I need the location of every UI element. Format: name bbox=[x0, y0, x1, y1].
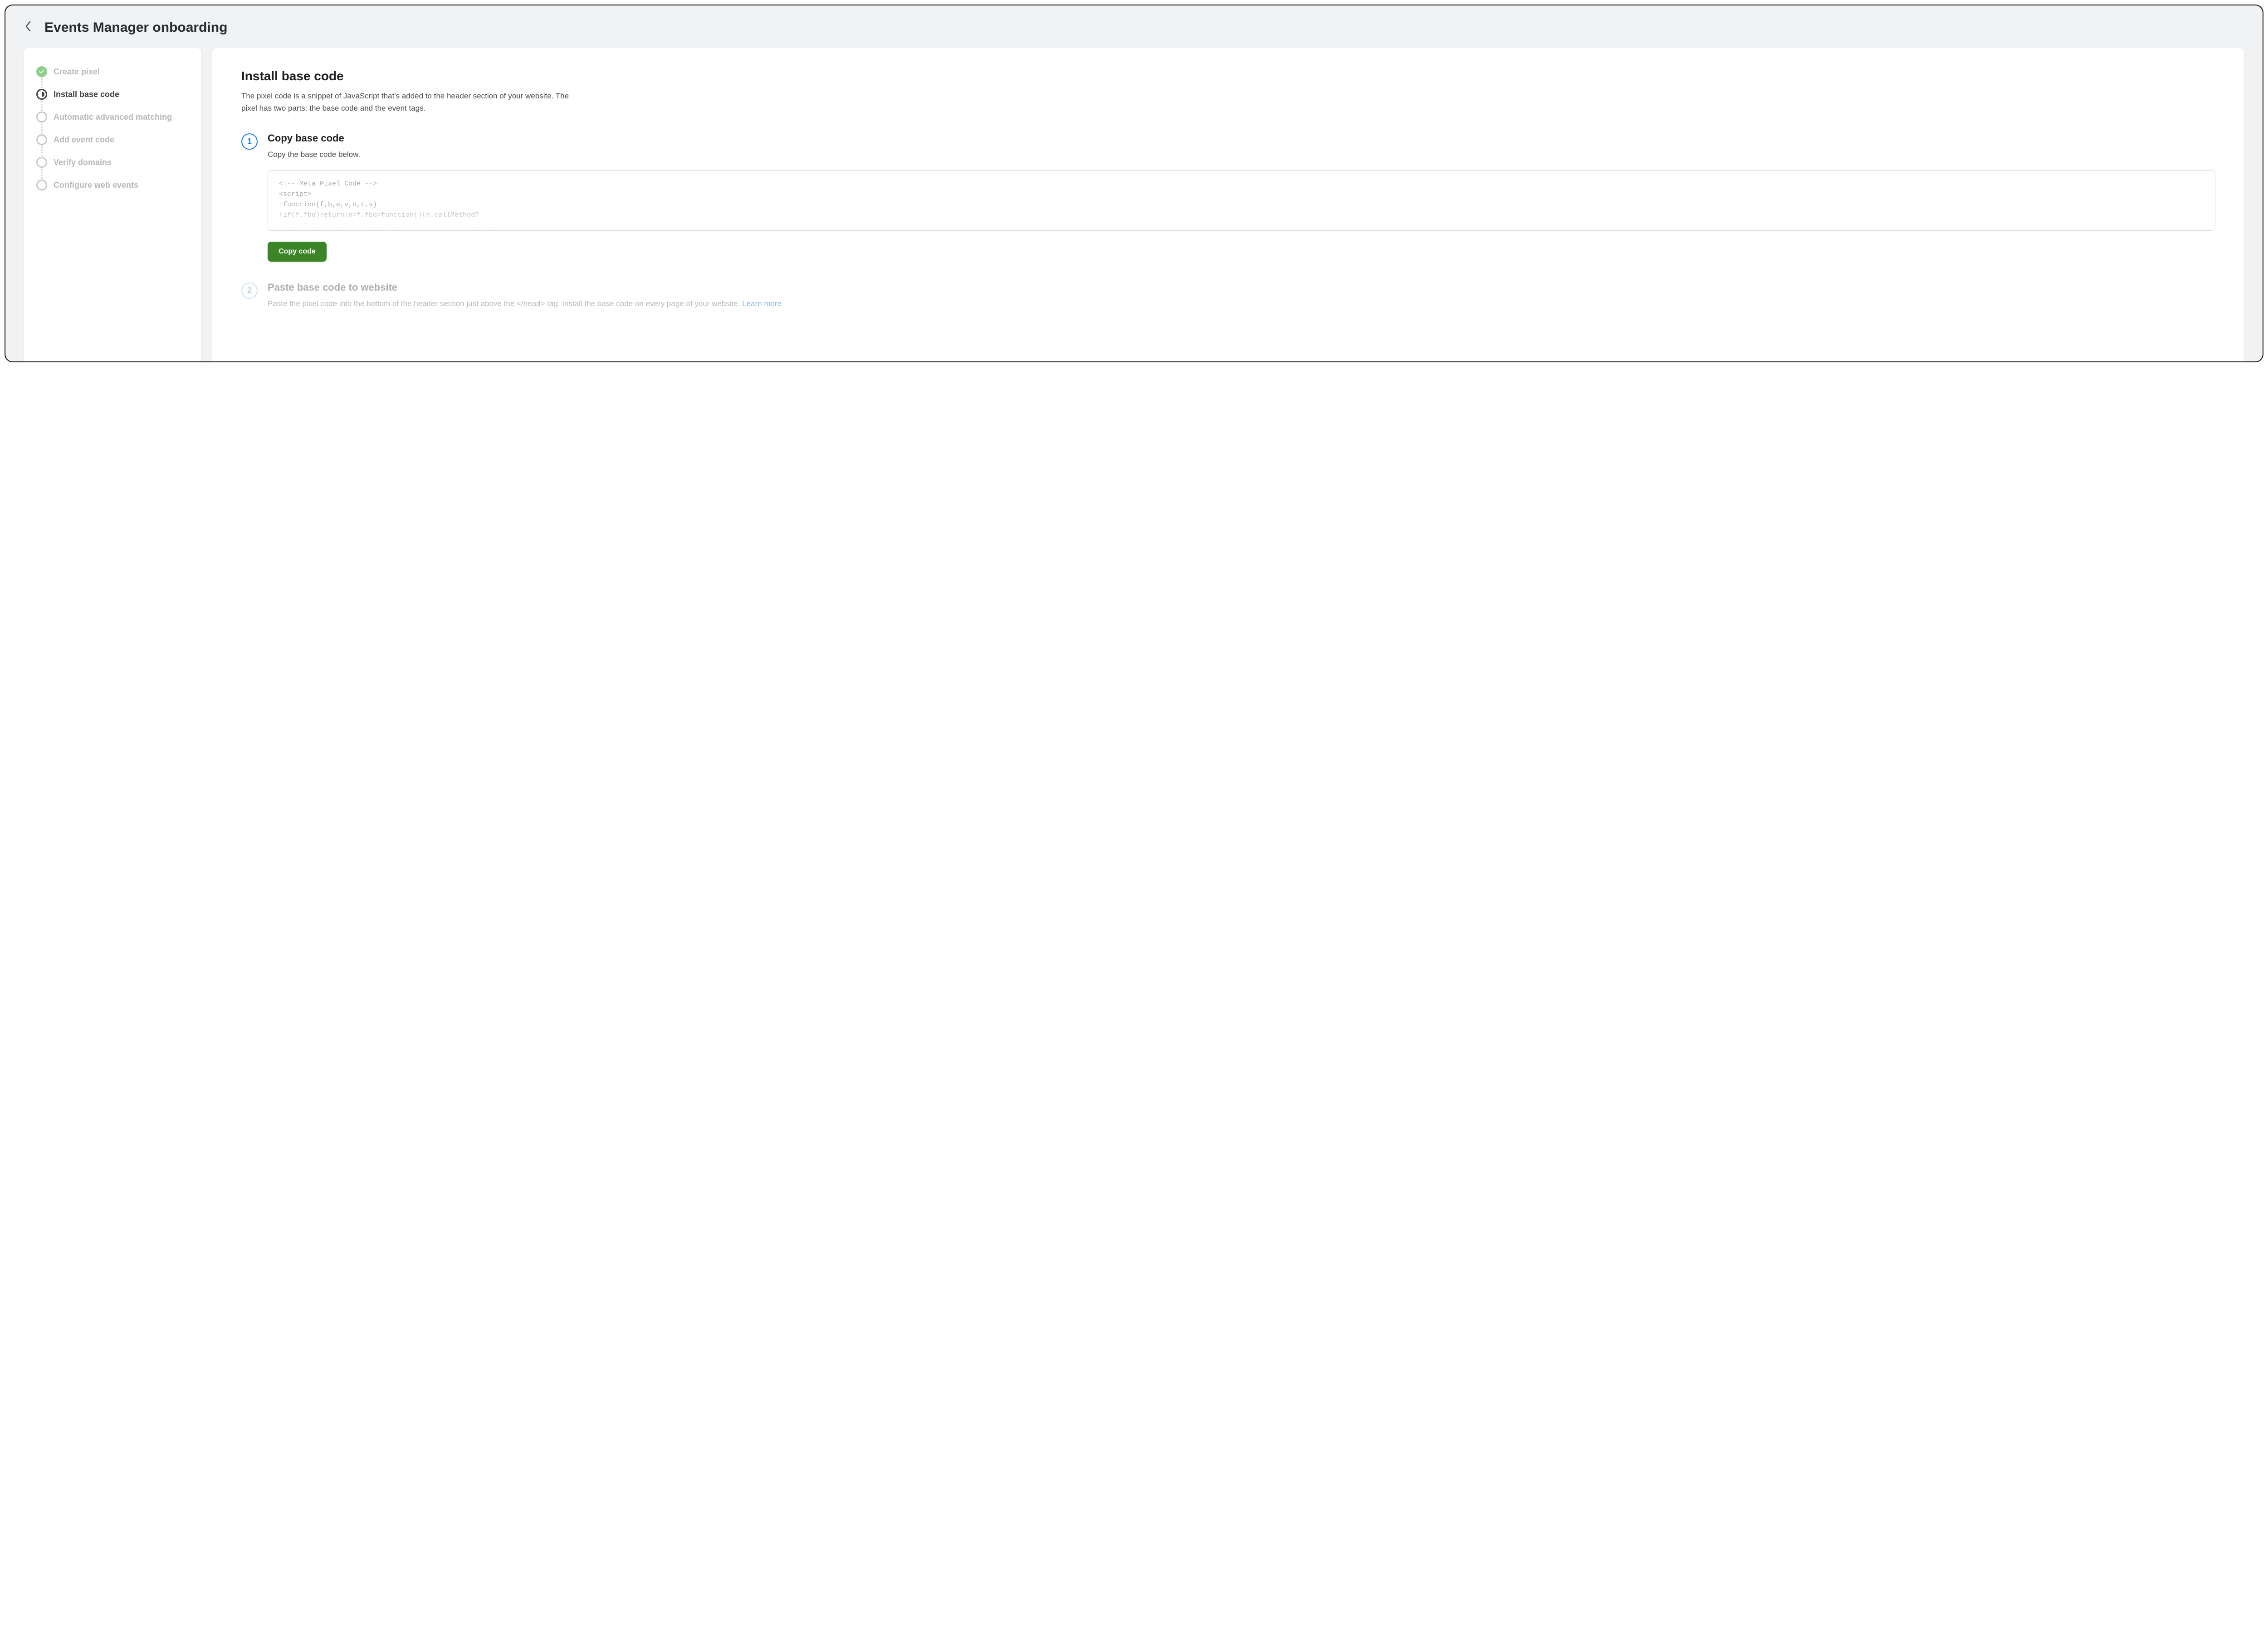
sidebar-step-configure-web-events[interactable]: Configure web events bbox=[36, 176, 189, 199]
body: Create pixel Install base code Automatic… bbox=[5, 46, 2263, 361]
substep-body: Paste base code to website Paste the pix… bbox=[268, 282, 2215, 310]
sidebar: Create pixel Install base code Automatic… bbox=[24, 48, 201, 361]
step-circle-icon bbox=[36, 134, 47, 145]
sidebar-step-automatic-advanced-matching[interactable]: Automatic advanced matching bbox=[36, 108, 189, 131]
app-frame: Events Manager onboarding Create pixel I… bbox=[5, 5, 2263, 362]
substep-title: Paste base code to website bbox=[268, 282, 2215, 293]
substep-paste-base-code: 2 Paste base code to website Paste the p… bbox=[241, 282, 2215, 310]
step-label: Automatic advanced matching bbox=[54, 112, 172, 122]
step-label: Verify domains bbox=[54, 158, 112, 167]
step-label: Install base code bbox=[54, 90, 119, 99]
step-label: Create pixel bbox=[54, 67, 100, 77]
code-snippet-box[interactable]: <!-- Meta Pixel Code --> <script> !funct… bbox=[268, 170, 2215, 231]
sidebar-step-create-pixel[interactable]: Create pixel bbox=[36, 63, 189, 85]
substep-body: Copy base code Copy the base code below.… bbox=[268, 132, 2215, 261]
step-list: Create pixel Install base code Automatic… bbox=[36, 63, 189, 199]
substep-number-badge: 1 bbox=[241, 133, 258, 150]
step-circle-icon bbox=[36, 157, 47, 168]
copy-code-button[interactable]: Copy code bbox=[268, 242, 327, 262]
sidebar-step-install-base-code[interactable]: Install base code bbox=[36, 85, 189, 108]
step-current-icon bbox=[36, 89, 47, 100]
main-description: The pixel code is a snippet of JavaScrip… bbox=[241, 90, 586, 114]
chevron-left-icon bbox=[24, 21, 32, 36]
substep-title: Copy base code bbox=[268, 132, 2215, 144]
substep-text: Paste the pixel code into the bottom of … bbox=[268, 298, 2215, 310]
code-snippet-text: <!-- Meta Pixel Code --> <script> !funct… bbox=[279, 180, 512, 230]
step-label: Add event code bbox=[54, 135, 114, 145]
code-fade-overlay bbox=[268, 209, 2215, 230]
substep-text-span: Paste the pixel code into the bottom of … bbox=[268, 299, 740, 308]
sidebar-step-add-event-code[interactable]: Add event code bbox=[36, 131, 189, 153]
substep-copy-base-code: 1 Copy base code Copy the base code belo… bbox=[241, 132, 2215, 261]
substep-text: Copy the base code below. bbox=[268, 149, 2215, 161]
main-panel: Install base code The pixel code is a sn… bbox=[212, 48, 2244, 361]
step-check-icon bbox=[36, 66, 47, 77]
learn-more-link[interactable]: Learn more bbox=[742, 299, 782, 308]
step-circle-icon bbox=[36, 112, 47, 122]
substep-number-badge: 2 bbox=[241, 283, 258, 299]
main-title: Install base code bbox=[241, 69, 2215, 83]
header: Events Manager onboarding bbox=[5, 5, 2263, 46]
step-label: Configure web events bbox=[54, 180, 138, 190]
page-title: Events Manager onboarding bbox=[44, 20, 227, 35]
back-button[interactable] bbox=[24, 17, 33, 38]
step-circle-icon bbox=[36, 180, 47, 190]
sidebar-step-verify-domains[interactable]: Verify domains bbox=[36, 153, 189, 176]
